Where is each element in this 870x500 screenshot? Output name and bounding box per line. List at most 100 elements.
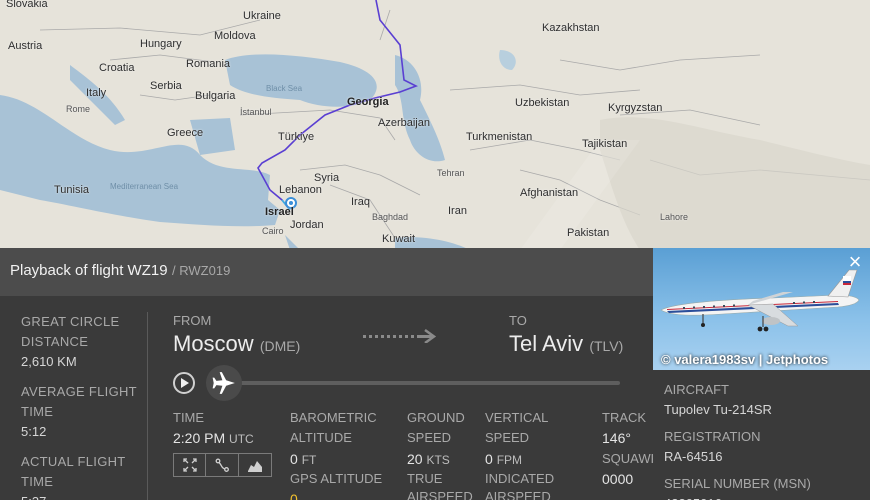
map-label-italy: Italy [86, 87, 107, 99]
map-label-lahore: Lahore [660, 212, 689, 222]
flight-callsign: / RWZ019 [172, 263, 231, 278]
tas-label-2: AIRSPEED [407, 489, 473, 500]
graph-view-button[interactable] [239, 453, 272, 477]
flight-title: Playback of flight WZ19 [10, 262, 168, 279]
map-label-tehran: Tehran [437, 168, 465, 178]
time-unit: UTC [229, 432, 254, 446]
map-label-kyrgyzstan: Kyrgyzstan [608, 102, 663, 114]
view-mode-buttons [173, 453, 272, 477]
baro-label-1: BAROMETRIC [290, 410, 377, 425]
ias-label-2: AIRSPEED [485, 489, 551, 500]
aircraft-info: AIRCRAFT Tupolev Tu-214SR REGISTRATION R… [653, 370, 870, 500]
vs-number: 0 [485, 451, 493, 467]
map-label-afghanistan: Afghanistan [520, 187, 579, 199]
map-label-slovakia: Slovakia [6, 0, 48, 10]
serial-number-label: SERIAL NUMBER (MSN) [664, 476, 811, 491]
ias-label-1: INDICATED [485, 471, 555, 486]
destination-airport[interactable]: Tel Aviv (TLV) [509, 331, 623, 357]
baro-label-2: ALTITUDE [290, 430, 352, 445]
map-label-georgia: Georgia [347, 96, 389, 108]
route-view-button[interactable] [206, 453, 239, 477]
map-label-bulgaria: Bulgaria [195, 90, 236, 102]
track-value: 146° [602, 430, 631, 446]
to-label: TO [509, 313, 527, 328]
playback-slider[interactable] [223, 381, 620, 385]
vs-label-2: SPEED [485, 430, 530, 445]
map-label-hungary: Hungary [140, 38, 182, 50]
map-label-kuwait: Kuwait [382, 233, 416, 245]
close-icon: × [848, 249, 862, 274]
great-circle-label: GREAT CIRCLE DISTANCE [21, 314, 120, 349]
destination-city: Tel Aviv [509, 331, 584, 356]
actual-time-value: 5:37 [21, 492, 148, 500]
serial-number-value: 42305016 [664, 494, 870, 500]
fit-view-button[interactable] [173, 453, 206, 477]
photo-credit[interactable]: © valera1983sv | Jetphotos [661, 352, 828, 367]
origin-code: (DME) [259, 338, 301, 354]
map-label-cairo: Cairo [262, 226, 284, 236]
origin-airport[interactable]: Moscow (DME) [173, 331, 300, 357]
map-label-baghdad: Baghdad [372, 212, 409, 222]
from-label: FROM [173, 313, 212, 328]
route-icon [215, 458, 229, 472]
track-label: TRACK [602, 410, 647, 425]
aircraft-type-value: Tupolev Tu-214SR [664, 402, 772, 417]
playback-handle[interactable] [206, 365, 242, 401]
gs-label-2: SPEED [407, 430, 452, 445]
route-arrow-icon [363, 329, 437, 343]
origin-city: Moscow [173, 331, 254, 356]
time-value: 2:20 PM UTC [173, 428, 254, 449]
aircraft-photo[interactable]: © valera1983sv | Jetphotos × [653, 248, 870, 370]
map-label-greece: Greece [167, 127, 204, 139]
map-label-iran: Iran [448, 205, 467, 217]
flight-stats: GREAT CIRCLE DISTANCE 2,610 KM AVERAGE F… [0, 296, 148, 500]
registration-label: REGISTRATION [664, 429, 761, 444]
map-label-black-sea: Black Sea [266, 84, 303, 93]
map-label-kazakhstan: Kazakhstan [542, 22, 600, 34]
gps-value: 0 [290, 491, 298, 500]
map-label-jordan: Jordan [290, 219, 324, 231]
map-label-turkmenistan: Turkmenistan [466, 131, 533, 143]
map-label-mediterranean: Mediterranean Sea [110, 182, 179, 191]
gs-value: 20 KTS [407, 449, 450, 470]
avg-time-value: 5:12 [21, 424, 47, 439]
squawk-label: SQUAWK [602, 451, 660, 466]
destination-code: (TLV) [589, 338, 624, 354]
squawk-value: 0000 [602, 471, 634, 487]
close-button[interactable]: × [846, 251, 864, 273]
map-label-istanbul: İstanbul [240, 107, 272, 117]
baro-number: 0 [290, 451, 298, 467]
vs-value: 0 FPM [485, 449, 522, 470]
chart-icon [248, 461, 262, 472]
tas-label-1: TRUE [407, 471, 443, 486]
expand-icon [182, 458, 197, 472]
map-label-pakistan: Pakistan [567, 227, 610, 239]
map-label-syria: Syria [314, 172, 340, 184]
time-number: 2:20 PM [173, 430, 226, 446]
vs-label-1: VERTICAL [485, 410, 549, 425]
map-label-romania: Romania [186, 58, 231, 70]
aircraft-type-label: AIRCRAFT [664, 382, 729, 397]
gs-number: 20 [407, 451, 423, 467]
map-label-azerbaijan: Azerbaijan [378, 117, 430, 129]
gs-label-1: GROUND [407, 410, 465, 425]
map-label-moldova: Moldova [214, 30, 256, 42]
gps-label: GPS ALTITUDE [290, 471, 383, 486]
map-label-ukraine: Ukraine [243, 10, 281, 22]
map-label-rome: Rome [66, 104, 91, 114]
map-background [0, 0, 870, 250]
map-label-tajikistan: Tajikistan [582, 138, 628, 150]
flight-map[interactable]: Slovakia Ukraine Austria Hungary Moldova… [0, 0, 870, 250]
time-label: TIME [173, 410, 205, 425]
baro-value: 0 FT [290, 449, 316, 470]
vs-unit: FPM [496, 453, 523, 467]
flight-header: Playback of flight WZ19 / RWZ019 [0, 248, 653, 296]
map-label-iraq: Iraq [351, 196, 370, 208]
play-button[interactable] [173, 372, 195, 394]
avg-time-label: AVERAGE FLIGHT TIME [21, 384, 137, 419]
map-label-tunisia: Tunisia [54, 184, 90, 196]
registration-value[interactable]: RA-64516 [664, 447, 870, 467]
airplane-icon [212, 372, 235, 394]
route-panel: FROM Moscow (DME) TO Tel Aviv (TLV) TIME… [148, 296, 659, 500]
baro-unit: FT [301, 453, 317, 467]
